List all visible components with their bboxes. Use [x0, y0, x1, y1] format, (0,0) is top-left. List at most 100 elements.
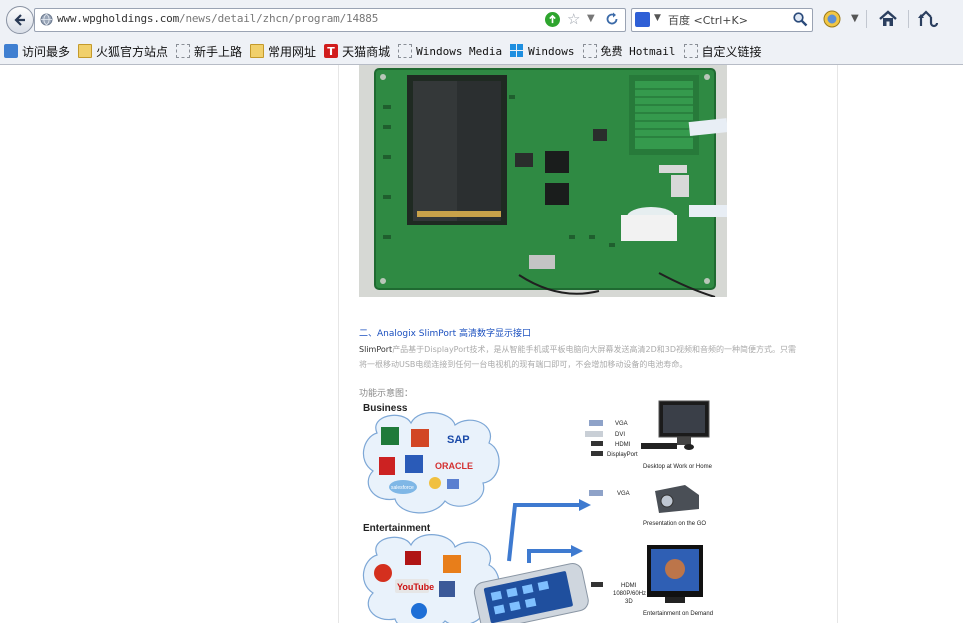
displayport-icon — [591, 451, 603, 456]
business-label: Business — [363, 403, 408, 414]
bookmark-label: 自定义链接 — [701, 44, 762, 59]
section-heading: 二、Analogix SlimPort 高清数字显示接口 — [359, 329, 531, 339]
port-label: HDMI — [621, 583, 637, 589]
browser-chrome: www.wpgholdings.com/news/detail/zhcn/pro… — [0, 0, 963, 65]
page-icon — [176, 44, 191, 58]
bookmark-common-sites[interactable]: 常用网址 — [250, 43, 316, 60]
youtube-label: YouTube — [397, 582, 434, 592]
history-back-icon[interactable] — [917, 9, 939, 29]
salesforce-label: salesforce — [391, 485, 414, 491]
address-bar[interactable]: www.wpgholdings.com/news/detail/zhcn/pro… — [34, 8, 626, 32]
bookmark-getting-started[interactable]: 新手上路 — [176, 43, 242, 60]
bookmark-hotmail[interactable]: 免费 Hotmail — [582, 43, 676, 59]
slimport-diagram: Business SAP ORACLE salesforce Entertain… — [359, 399, 729, 627]
tmall-icon: T — [324, 44, 339, 58]
bookmark-tmall[interactable]: T 天猫商城 — [324, 43, 390, 60]
port-label: VGA — [617, 491, 630, 497]
bookmark-label: 新手上路 — [194, 44, 243, 59]
port-label: 1080P/60Hz — [613, 591, 646, 597]
page-icon — [582, 44, 597, 58]
port-label: DVI — [615, 432, 625, 438]
bookmark-windows-media[interactable]: Windows Media — [398, 44, 502, 58]
go-arrow-icon — [549, 15, 556, 24]
windows-icon — [510, 44, 524, 58]
bookmark-firefox-official[interactable]: 火狐官方站点 — [78, 43, 168, 60]
globe-icon — [40, 13, 53, 26]
excel-icon — [381, 427, 399, 445]
facebook-icon — [439, 581, 455, 597]
pdf-icon — [379, 457, 395, 475]
port-label: HDMI — [615, 442, 631, 448]
bookmark-label: Windows Media — [416, 44, 503, 58]
dvi-port-icon — [585, 431, 603, 437]
most-visited-icon — [4, 44, 18, 58]
article-column: 二、Analogix SlimPort 高清数字显示接口 SlimPort产品基… — [338, 65, 838, 627]
search-engine-dropdown-icon[interactable]: ▼ — [654, 13, 661, 23]
bookmark-star-icon[interactable]: ☆ — [567, 11, 580, 27]
port-label: VGA — [615, 421, 628, 427]
caption-desktop: Desktop at Work or Home — [643, 464, 713, 470]
sap-logo: SAP — [447, 434, 470, 446]
bookmark-most-visited[interactable]: 访问最多 — [4, 43, 70, 60]
caption-presentation: Presentation on the GO — [643, 521, 706, 527]
oracle-logo: ORACLE — [435, 461, 473, 471]
diagram-graphic: Business SAP ORACLE salesforce Entertain… — [362, 400, 713, 627]
pcb-image-icon — [359, 65, 727, 297]
bookmark-label: 免费 Hotmail — [600, 45, 676, 58]
monitor-icon — [641, 400, 710, 450]
bookmark-label: 常用网址 — [268, 44, 317, 59]
hdmi-port-icon — [591, 441, 603, 446]
port-label: 3D — [625, 599, 633, 605]
search-icon[interactable] — [792, 11, 808, 27]
diagram-title: 功能示意图： — [359, 389, 414, 399]
address-url: www.wpgholdings.com/news/detail/zhcn/pro… — [57, 12, 378, 25]
toolbar-separator — [866, 10, 867, 28]
circuit-board-photo — [359, 65, 727, 297]
bookmark-label: 访问最多 — [22, 44, 71, 59]
bookmarks-toolbar: 访问最多 火狐官方站点 新手上路 常用网址 T 天猫商城 Windows Medi… — [0, 38, 963, 64]
url-history-dropdown-icon[interactable]: ▼ — [587, 13, 595, 24]
toolbar-separator — [908, 10, 909, 28]
ie-icon — [411, 603, 427, 619]
home-icon[interactable] — [878, 9, 898, 29]
back-button[interactable] — [6, 6, 34, 34]
article-paragraph: SlimPort产品基于DisplayPort技术，是从智能手机或平板电脑向大屏… — [359, 342, 799, 372]
google-icon — [429, 477, 441, 489]
search-bar[interactable]: ▼ 百度 <Ctrl+K> — [631, 8, 813, 32]
paragraph-body: 产品基于DisplayPort技术，是从智能手机或平板电脑向大屏幕发送高清2D和… — [359, 345, 797, 369]
vga-port-icon — [589, 420, 603, 426]
addon-icon[interactable] — [823, 10, 841, 28]
bookmark-custom-links[interactable]: 自定义链接 — [683, 43, 762, 60]
addon-dropdown-icon[interactable]: ▼ — [851, 13, 859, 24]
go-button[interactable] — [545, 12, 560, 27]
bookmark-label: 火狐官方站点 — [96, 44, 169, 59]
page-icon — [398, 44, 413, 58]
search-input[interactable]: 百度 <Ctrl+K> — [668, 12, 748, 28]
bookmark-windows[interactable]: Windows — [510, 44, 575, 58]
navigation-toolbar: www.wpgholdings.com/news/detail/zhcn/pro… — [0, 0, 963, 38]
vga-port-icon — [589, 490, 603, 496]
baidu-engine-icon[interactable] — [635, 12, 650, 27]
tmall-app-icon — [405, 551, 421, 565]
page-icon — [683, 44, 698, 58]
caption-entertainment: Entertainment on Demand — [643, 611, 713, 617]
back-arrow-icon — [14, 14, 25, 26]
powerpoint-icon — [411, 429, 429, 447]
web-page: 二、Analogix SlimPort 高清数字显示接口 SlimPort产品基… — [0, 65, 963, 627]
folder-icon — [250, 44, 265, 58]
bookmark-label: 天猫商城 — [342, 44, 391, 59]
hdmi-port-icon — [591, 582, 603, 587]
entertainment-label: Entertainment — [363, 523, 431, 534]
url-host: www.wpgholdings.com — [57, 12, 180, 25]
bookmark-label: Windows — [528, 44, 575, 58]
flash-icon — [374, 564, 392, 582]
port-label: DisplayPort — [607, 452, 638, 458]
paragraph-lead: SlimPort — [359, 345, 393, 354]
reload-icon[interactable] — [604, 11, 620, 27]
media-player-icon — [443, 555, 461, 573]
folder-icon — [78, 44, 93, 58]
television-icon — [647, 545, 703, 603]
mail-icon — [447, 479, 459, 489]
word-icon — [405, 455, 423, 473]
projector-icon — [655, 485, 699, 513]
